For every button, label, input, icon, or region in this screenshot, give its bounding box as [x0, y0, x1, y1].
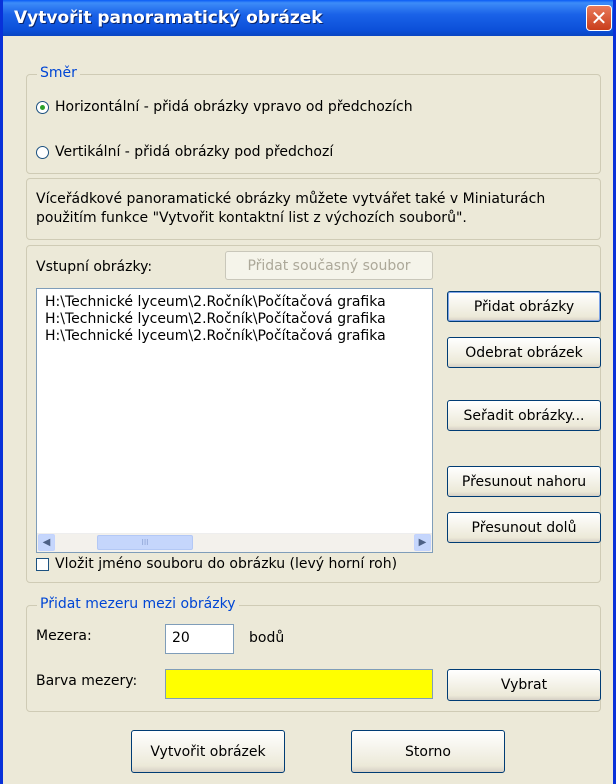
- window-title: Vytvořit panoramatický obrázek: [14, 8, 323, 28]
- list-item[interactable]: H:\Technické lyceum\2.Ročník\Počítačová …: [37, 294, 432, 311]
- radio-horizontal-icon[interactable]: [36, 100, 49, 114]
- move-down-button[interactable]: Přesunout dolů: [447, 512, 601, 543]
- info-line-1: Víceřádkové panoramatické obrázky můžete…: [36, 191, 546, 207]
- scroll-right-icon[interactable]: ▶: [414, 534, 431, 551]
- gap-unit: bodů: [249, 630, 285, 646]
- horizontal-scrollbar[interactable]: ◀ III ▶: [37, 533, 432, 552]
- cancel-button[interactable]: Storno: [351, 730, 505, 773]
- list-item[interactable]: H:\Technické lyceum\2.Ročník\Počítačová …: [37, 328, 432, 345]
- input-files-list[interactable]: H:\Technické lyceum\2.Ročník\Počítačová …: [36, 288, 433, 553]
- gap-group-label: Přidat mezeru mezi obrázky: [37, 596, 239, 612]
- add-current-file-button[interactable]: Přidat současný soubor: [225, 251, 433, 280]
- gap-color-swatch: [165, 669, 433, 699]
- radio-vertical-icon[interactable]: [36, 145, 49, 159]
- radio-vertical[interactable]: Vertikální - přidá obrázky pod předchozí: [36, 144, 333, 160]
- list-item[interactable]: H:\Technické lyceum\2.Ročník\Počítačová …: [37, 311, 432, 328]
- insert-filename-checkbox[interactable]: [36, 557, 49, 571]
- gap-label: Mezera:: [36, 628, 92, 644]
- gap-color-label: Barva mezery:: [36, 673, 138, 689]
- insert-filename-checkbox-row[interactable]: Vložit jméno souboru do obrázku (levý ho…: [36, 556, 397, 572]
- choose-color-button[interactable]: Vybrat: [447, 669, 601, 701]
- radio-horizontal-label: Horizontální - přidá obrázky vpravo od p…: [55, 99, 413, 115]
- create-image-button[interactable]: Vytvořit obrázek: [131, 730, 285, 773]
- sort-images-button[interactable]: Seřadit obrázky...: [447, 400, 601, 431]
- input-images-label: Vstupní obrázky:: [36, 259, 153, 275]
- radio-horizontal[interactable]: Horizontální - přidá obrázky vpravo od p…: [36, 99, 413, 115]
- title-bar[interactable]: Vytvořit panoramatický obrázek ✕: [3, 0, 613, 36]
- dialog-window: Vytvořit panoramatický obrázek ✕ Směr Ho…: [0, 0, 616, 784]
- direction-group-label: Směr: [37, 65, 80, 81]
- info-line-2: použitím funkce "Vytvořit kontaktní list…: [36, 210, 467, 226]
- gap-input-value: 20: [172, 630, 190, 646]
- scrollbar-thumb[interactable]: III: [97, 535, 193, 550]
- add-images-button[interactable]: Přidat obrázky: [447, 291, 601, 322]
- insert-filename-label: Vložit jméno souboru do obrázku (levý ho…: [55, 556, 398, 572]
- remove-image-button[interactable]: Odebrat obrázek: [447, 337, 601, 368]
- radio-vertical-label: Vertikální - přidá obrázky pod předchozí: [55, 144, 334, 160]
- gap-input[interactable]: 20: [165, 624, 234, 654]
- close-icon[interactable]: ✕: [586, 5, 612, 31]
- info-panel: [26, 178, 601, 240]
- scroll-left-icon[interactable]: ◀: [38, 534, 55, 551]
- move-up-button[interactable]: Přesunout nahoru: [447, 466, 601, 497]
